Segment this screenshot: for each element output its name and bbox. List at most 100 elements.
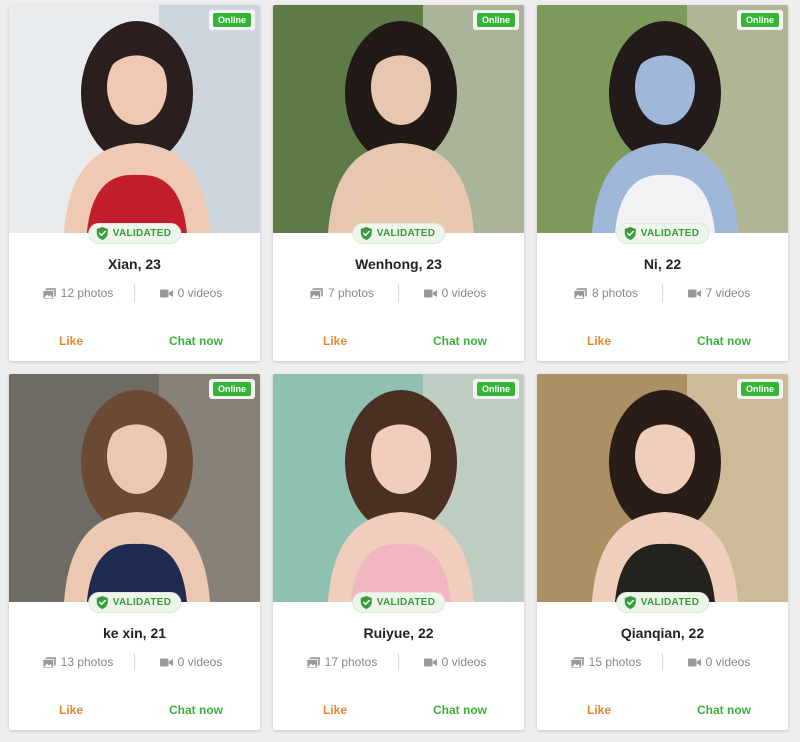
chat-now-button[interactable]: Chat now: [169, 703, 223, 717]
profile-card-3[interactable]: Online VALIDATED Ni, 22 8 photos 7 video…: [537, 5, 788, 361]
validated-badge-label: VALIDATED: [640, 228, 700, 239]
videos-count[interactable]: 0 videos: [399, 655, 511, 669]
photos-count[interactable]: 12 photos: [22, 286, 134, 300]
shield-check-icon: [624, 596, 636, 609]
validated-badge-label: VALIDATED: [112, 597, 172, 608]
profile-photo[interactable]: [273, 5, 524, 233]
validated-badge: VALIDATED: [351, 223, 446, 244]
profile-name[interactable]: Ruiyue, 22: [273, 625, 524, 641]
videos-count-label: 0 videos: [177, 655, 223, 669]
online-badge-label: Online: [476, 382, 515, 396]
chat-now-button[interactable]: Chat now: [433, 334, 487, 348]
shield-check-icon: [624, 227, 636, 240]
profile-card-4[interactable]: Online VALIDATED ke xin, 21 13 photos 0 …: [9, 374, 260, 730]
online-badge: Online: [736, 10, 783, 30]
photos-count-label: 17 photos: [324, 655, 378, 669]
online-badge: Online: [472, 10, 519, 30]
shield-check-icon: [360, 596, 372, 609]
chat-now-button[interactable]: Chat now: [169, 334, 223, 348]
video-camera-icon: [423, 658, 437, 666]
profile-name[interactable]: ke xin, 21: [9, 625, 260, 641]
photos-count-label: 7 photos: [327, 286, 375, 300]
photo-gallery-icon: [309, 287, 323, 299]
video-camera-icon: [687, 289, 701, 297]
validated-badge: VALIDATED: [615, 223, 710, 244]
profile-stats: 17 photos 0 videos: [273, 653, 524, 671]
photo-gallery-icon: [42, 287, 56, 299]
profile-photo[interactable]: [9, 374, 260, 602]
online-badge: Online: [208, 379, 255, 399]
photos-count[interactable]: 8 photos: [550, 286, 662, 300]
videos-count[interactable]: 7 videos: [663, 286, 775, 300]
video-camera-icon: [159, 289, 173, 297]
photo-gallery-icon: [306, 656, 320, 668]
profile-stats: 7 photos 0 videos: [273, 284, 524, 302]
photos-count[interactable]: 17 photos: [286, 655, 398, 669]
shield-check-icon: [96, 227, 108, 240]
photos-count-label: 8 photos: [591, 286, 639, 300]
like-button[interactable]: Like: [59, 703, 83, 717]
videos-count[interactable]: 0 videos: [135, 655, 247, 669]
photos-count[interactable]: 7 photos: [286, 286, 398, 300]
photo-gallery-icon: [570, 656, 584, 668]
like-button[interactable]: Like: [587, 334, 611, 348]
video-camera-icon: [687, 658, 701, 666]
profile-card-2[interactable]: Online VALIDATED Wenhong, 23 7 photos 0 …: [273, 5, 524, 361]
profile-stats: 12 photos 0 videos: [9, 284, 260, 302]
chat-now-button[interactable]: Chat now: [697, 703, 751, 717]
profile-photo[interactable]: [273, 374, 524, 602]
profile-stats: 13 photos 0 videos: [9, 653, 260, 671]
profile-photo[interactable]: [9, 5, 260, 233]
profile-card-1[interactable]: Online VALIDATED Xian, 23 12 photos 0 vi…: [9, 5, 260, 361]
online-badge-label: Online: [740, 13, 779, 27]
online-badge-label: Online: [212, 382, 251, 396]
videos-count-label: 7 videos: [705, 286, 751, 300]
like-button[interactable]: Like: [323, 703, 347, 717]
videos-count[interactable]: 0 videos: [663, 655, 775, 669]
photo-gallery-icon: [42, 656, 56, 668]
profile-photo[interactable]: [537, 5, 788, 233]
online-badge: Online: [208, 10, 255, 30]
chat-now-button[interactable]: Chat now: [697, 334, 751, 348]
online-badge: Online: [736, 379, 783, 399]
validated-badge: VALIDATED: [615, 592, 710, 613]
like-button[interactable]: Like: [323, 334, 347, 348]
videos-count-label: 0 videos: [441, 655, 487, 669]
validated-badge: VALIDATED: [87, 592, 182, 613]
like-button[interactable]: Like: [59, 334, 83, 348]
videos-count[interactable]: 0 videos: [399, 286, 511, 300]
online-badge-label: Online: [476, 13, 515, 27]
profile-name[interactable]: Qianqian, 22: [537, 625, 788, 641]
validated-badge: VALIDATED: [351, 592, 446, 613]
validated-badge-label: VALIDATED: [376, 228, 436, 239]
profile-name[interactable]: Wenhong, 23: [273, 256, 524, 272]
like-button[interactable]: Like: [587, 703, 611, 717]
photos-count-label: 13 photos: [60, 655, 114, 669]
profile-name[interactable]: Xian, 23: [9, 256, 260, 272]
online-badge-label: Online: [740, 382, 779, 396]
videos-count-label: 0 videos: [441, 286, 487, 300]
validated-badge-label: VALIDATED: [376, 597, 436, 608]
profile-stats: 15 photos 0 videos: [537, 653, 788, 671]
photos-count[interactable]: 15 photos: [550, 655, 662, 669]
video-camera-icon: [423, 289, 437, 297]
photos-count-label: 12 photos: [60, 286, 114, 300]
shield-check-icon: [96, 596, 108, 609]
online-badge: Online: [472, 379, 519, 399]
photos-count[interactable]: 13 photos: [22, 655, 134, 669]
validated-badge: VALIDATED: [87, 223, 182, 244]
video-camera-icon: [159, 658, 173, 666]
videos-count[interactable]: 0 videos: [135, 286, 247, 300]
profile-card-6[interactable]: Online VALIDATED Qianqian, 22 15 photos: [537, 374, 788, 730]
shield-check-icon: [360, 227, 372, 240]
chat-now-button[interactable]: Chat now: [433, 703, 487, 717]
profile-card-5[interactable]: Online VALIDATED Ruiyue, 22 17 photos 0 …: [273, 374, 524, 730]
videos-count-label: 0 videos: [177, 286, 223, 300]
profile-name[interactable]: Ni, 22: [537, 256, 788, 272]
validated-badge-label: VALIDATED: [640, 597, 700, 608]
profile-photo[interactable]: [537, 374, 788, 602]
validated-badge-label: VALIDATED: [112, 228, 172, 239]
profile-stats: 8 photos 7 videos: [537, 284, 788, 302]
videos-count-label: 0 videos: [705, 655, 751, 669]
online-badge-label: Online: [212, 13, 251, 27]
